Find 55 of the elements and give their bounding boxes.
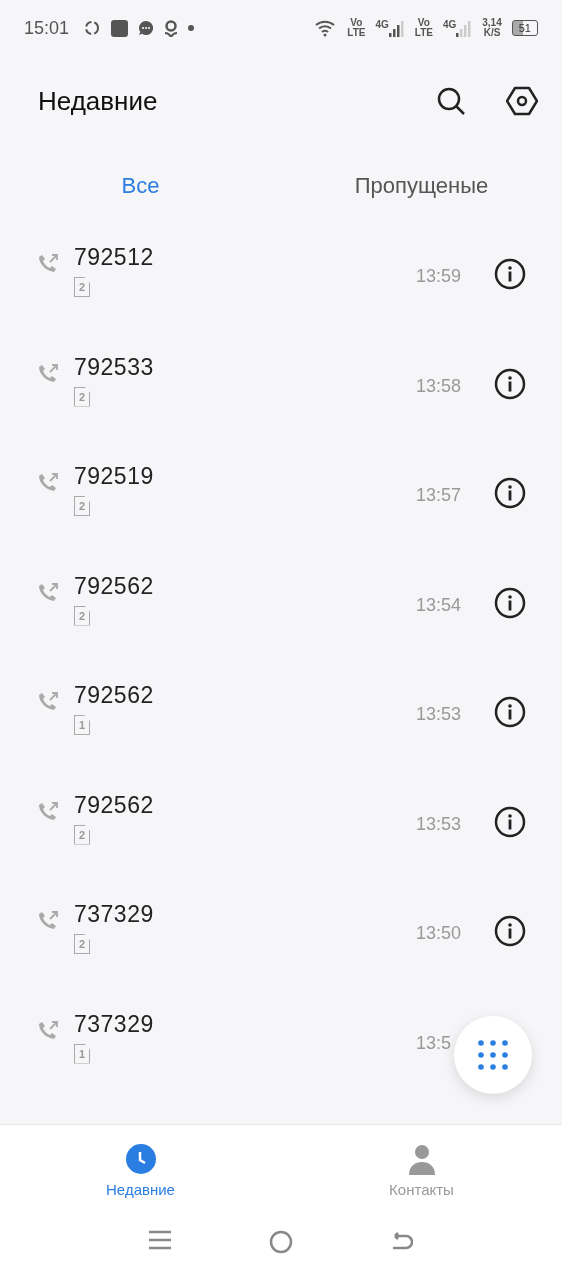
- call-time: 13:53: [416, 704, 463, 725]
- share-icon: [83, 19, 102, 37]
- battery-level: 51: [511, 20, 538, 36]
- tab[interactable]: Пропущеные: [281, 173, 562, 199]
- nav-tab[interactable]: Контакты: [281, 1143, 562, 1198]
- page-title: Недавние: [38, 85, 159, 117]
- phone-number: 792562: [74, 682, 155, 709]
- sim-icon: 2: [74, 277, 90, 297]
- sim-icon: 2: [74, 496, 90, 516]
- info-icon[interactable]: [494, 696, 526, 728]
- dialpad-icon: [477, 1039, 509, 1071]
- info-icon[interactable]: [494, 805, 526, 838]
- network-speed: 3,14 K/S: [482, 18, 502, 38]
- sim-icon: 2: [74, 824, 90, 845]
- call-time: 13:54: [416, 594, 463, 616]
- phone-number: 792562: [74, 791, 155, 819]
- call-time: 13:58: [416, 375, 463, 397]
- phone-number: 792562: [74, 572, 155, 600]
- phone-number: 792512: [74, 244, 155, 271]
- search-icon[interactable]: [436, 86, 466, 116]
- square-icon: [111, 19, 129, 37]
- sim-icon: 2: [74, 934, 90, 954]
- info-icon[interactable]: [494, 367, 526, 400]
- call-time: 13:59: [416, 266, 463, 287]
- volte-label: Vo LTE: [414, 18, 433, 38]
- dot-icon: [188, 25, 195, 31]
- phone-number: 792533: [74, 353, 155, 381]
- chat-icon: [138, 20, 155, 36]
- location-icon: [164, 19, 179, 37]
- sim-icon: 1: [74, 715, 90, 735]
- info-icon[interactable]: [494, 258, 526, 290]
- home-icon[interactable]: [269, 1230, 293, 1254]
- network-type: 4G: [375, 19, 389, 30]
- sim-icon: 1: [74, 1043, 90, 1064]
- settings-icon[interactable]: [506, 85, 538, 117]
- network-type: 4G: [442, 19, 457, 30]
- sim-icon: 2: [74, 605, 90, 626]
- volte-label: Vo LTE: [347, 18, 366, 38]
- call-time: 13:5: [416, 1032, 453, 1054]
- info-icon[interactable]: [494, 586, 526, 619]
- phone-number: 792519: [74, 463, 155, 490]
- info-icon[interactable]: [494, 915, 526, 947]
- clock-icon: [124, 1143, 157, 1175]
- call-time: 13:50: [416, 923, 463, 944]
- tab[interactable]: Все: [0, 173, 281, 199]
- sim-icon: 2: [74, 386, 90, 407]
- call-time: 13:53: [416, 813, 463, 835]
- signal-icon: [388, 19, 405, 37]
- nav-tab[interactable]: Недавние: [0, 1143, 281, 1198]
- call-time: 13:57: [416, 485, 463, 506]
- clock: 15:01: [24, 17, 70, 39]
- info-icon[interactable]: [494, 477, 526, 509]
- phone-number: 737329: [74, 901, 155, 928]
- phone-number: 737329: [74, 1010, 155, 1038]
- signal-icon: [456, 19, 473, 37]
